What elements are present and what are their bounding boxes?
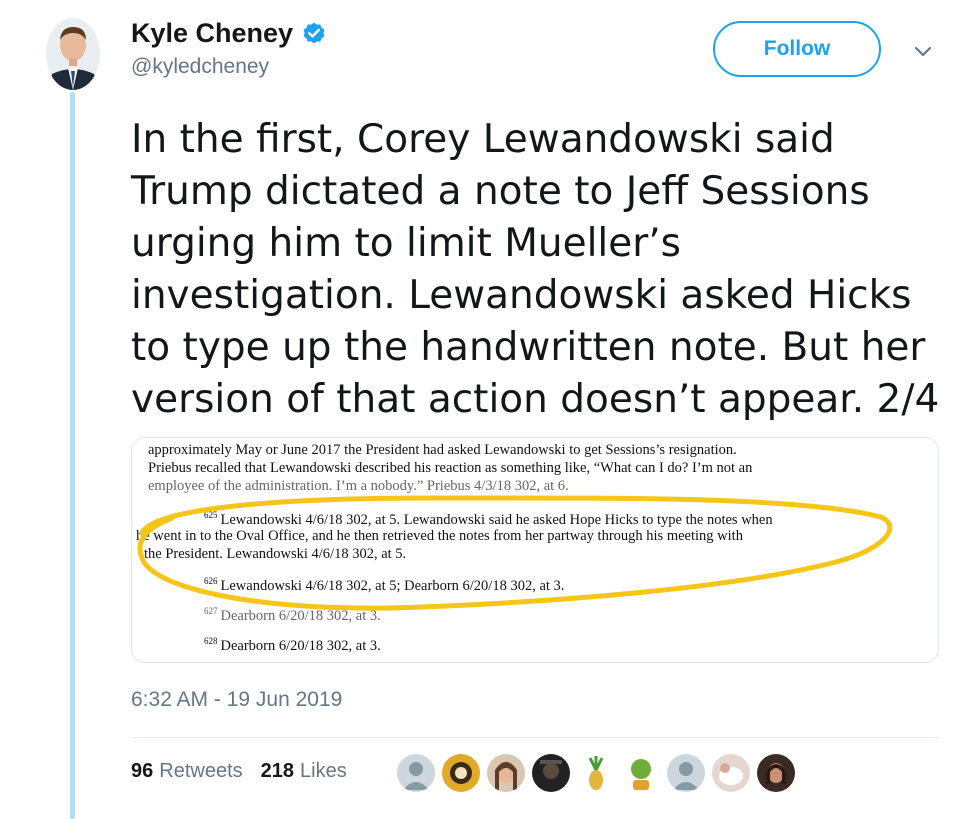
tweet-text: In the first, Corey Lewandowski said Tru…	[131, 117, 940, 422]
liker-avatar[interactable]	[712, 754, 750, 792]
likes-count: 218	[260, 760, 294, 782]
tweet-stats: 96 Retweets 218 Likes	[131, 760, 365, 783]
liker-avatar[interactable]	[442, 754, 480, 792]
liker-avatar[interactable]	[532, 754, 570, 792]
liker-avatar[interactable]	[487, 754, 525, 792]
retweets-stat[interactable]: 96 Retweets	[131, 760, 243, 783]
liker-avatar[interactable]	[397, 754, 435, 792]
chevron-down-icon[interactable]	[912, 40, 934, 62]
likes-stat[interactable]: 218 Likes	[261, 760, 347, 783]
tweet-media-image[interactable]: approximately May or June 2017 the Presi…	[131, 437, 939, 663]
verified-badge-icon	[301, 21, 327, 47]
likes-label: Likes	[300, 760, 347, 782]
author-handle[interactable]: @kyledcheney	[131, 55, 327, 79]
thread-line	[70, 92, 75, 819]
likers-avatars	[397, 754, 795, 792]
liker-avatar[interactable]	[667, 754, 705, 792]
liker-avatar[interactable]	[577, 754, 615, 792]
follow-button[interactable]: Follow	[713, 21, 881, 77]
divider	[131, 737, 939, 738]
tweet-header: Kyle Cheney @kyledcheney	[131, 18, 327, 79]
retweets-label: Retweets	[159, 760, 243, 782]
tweet-timestamp[interactable]: 6:32 AM - 19 Jun 2019	[131, 688, 342, 712]
liker-avatar[interactable]	[622, 754, 660, 792]
author-avatar[interactable]	[46, 18, 100, 90]
liker-avatar[interactable]	[757, 754, 795, 792]
retweets-count: 96	[131, 760, 154, 782]
highlight-ellipse	[137, 495, 893, 611]
author-display-name[interactable]: Kyle Cheney	[131, 18, 293, 49]
